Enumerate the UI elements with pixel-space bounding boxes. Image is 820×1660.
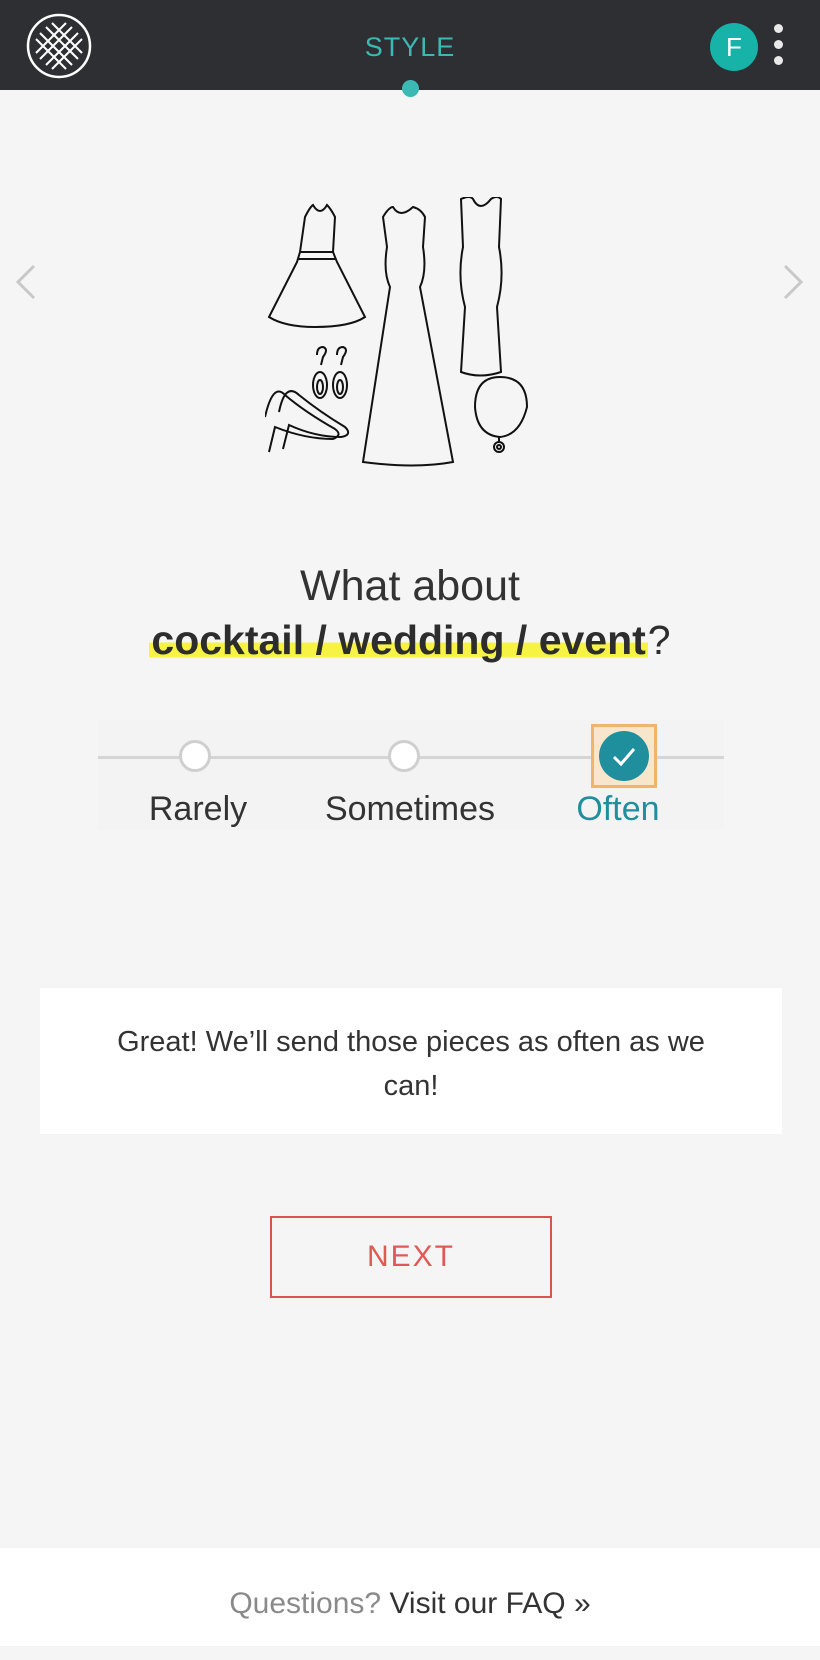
top-bar: STYLE F: [0, 0, 820, 97]
question-line-1: What about: [300, 562, 520, 610]
frequency-selector: Rarely Sometimes Often: [98, 720, 724, 830]
option-often-label[interactable]: Often: [518, 790, 718, 829]
faq-link[interactable]: Visit our FAQ »: [389, 1587, 590, 1620]
option-rarely-label[interactable]: Rarely: [98, 790, 298, 829]
radio-often[interactable]: [599, 731, 649, 781]
radio-sometimes[interactable]: [388, 740, 420, 772]
radio-often-focus[interactable]: [591, 724, 657, 788]
chevron-left-icon[interactable]: [12, 262, 42, 302]
checkmark-icon: [612, 748, 636, 767]
question-highlight: cocktail / wedding / event: [149, 617, 648, 663]
footer: Questions? Visit our FAQ »: [0, 1548, 820, 1646]
chevron-right-icon[interactable]: [777, 262, 807, 302]
outfit-illustration: [265, 197, 529, 467]
footer-question: Questions?: [229, 1587, 382, 1620]
active-tab-indicator: [402, 80, 419, 97]
question-mark: ?: [647, 617, 671, 663]
avatar[interactable]: F: [710, 23, 758, 71]
next-button[interactable]: NEXT: [270, 1216, 552, 1298]
feedback-message: Great! We’ll send those pieces as often …: [40, 988, 782, 1134]
page-title: STYLE: [364, 32, 456, 62]
question-line-2: cocktail / wedding / event?: [0, 613, 820, 667]
kebab-menu-icon[interactable]: [770, 24, 786, 70]
option-sometimes-label[interactable]: Sometimes: [310, 790, 510, 829]
radio-rarely[interactable]: [179, 740, 211, 772]
